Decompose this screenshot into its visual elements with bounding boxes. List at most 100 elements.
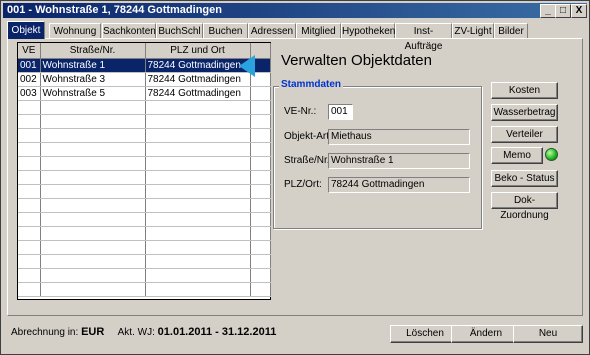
tab-hypotheken[interactable]: Hypotheken [341,23,395,39]
tab-objekt[interactable]: Objekt [7,21,45,39]
objekt-panel: VE Straße/Nr. PLZ und Ort 001 Wohnstraße… [7,38,583,316]
stammdaten-legend: Stammdaten [279,79,344,90]
wasserbetrag-button[interactable]: Wasserbetrag [491,104,558,121]
currency-value: EUR [81,326,105,338]
table-row[interactable] [18,142,271,157]
plz-ort-field[interactable]: 78244 Gottmadingen [328,177,470,193]
empty-cell [145,268,251,283]
empty-cell [250,114,271,129]
tab-zv-light[interactable]: ZV-Light [452,23,494,39]
empty-cell [250,226,271,241]
table-row[interactable] [18,282,271,297]
memo-button[interactable]: Memo [491,147,543,164]
window-title: 001 - Wohnstraße 1, 78244 Gottmadingen [7,4,222,16]
objekt-art-label: Objekt-Art: [284,131,332,142]
empty-cell [145,254,251,269]
empty-cell [18,198,41,213]
table-row[interactable] [18,212,271,227]
table-row[interactable] [18,128,271,143]
table-row[interactable] [18,198,271,213]
cell-strasse: Wohnstraße 5 [40,86,146,101]
wj-label: Akt. WJ: [117,327,155,338]
selection-arrow-icon [239,55,255,77]
empty-cell [250,254,271,269]
empty-cell [40,282,146,297]
loeschen-button[interactable]: Löschen [390,325,460,343]
column-header-strasse[interactable]: Straße/Nr. [40,43,146,59]
tab-sachkonten[interactable]: Sachkonten [102,23,156,39]
tab-bilder[interactable]: Bilder [494,23,528,39]
table-row[interactable] [18,114,271,129]
table-row[interactable] [18,156,271,171]
cell-ve: 003 [18,86,41,101]
minimize-button[interactable]: _ [540,4,556,18]
empty-cell [40,156,146,171]
empty-cell [250,184,271,199]
empty-cell [40,114,146,129]
empty-cell [18,226,41,241]
abrechnung-label: Abrechnung in: [11,327,79,338]
empty-cell [250,198,271,213]
objekt-art-field[interactable]: Miethaus [328,129,470,145]
page-title: Verwalten Objektdaten [281,52,432,69]
dok-zuordnung-button[interactable]: Dok-Zuordnung [491,192,558,221]
maximize-button[interactable]: □ [555,4,571,18]
neu-button[interactable]: Neu [513,325,583,343]
empty-cell [40,212,146,227]
objekt-grid[interactable]: VE Straße/Nr. PLZ und Ort 001 Wohnstraße… [17,42,271,300]
cell-ort: 78244 Gottmadingen [145,72,251,87]
ve-nr-field[interactable]: 001 [328,104,353,120]
table-row[interactable] [18,254,271,269]
empty-cell [145,128,251,143]
empty-cell [145,212,251,227]
empty-cell [145,170,251,185]
table-row[interactable]: 003 Wohnstraße 5 78244 Gottmadingen [18,86,271,101]
cell-ort: 78244 Gottmadingen [145,58,251,73]
table-row[interactable] [18,170,271,185]
empty-cell [18,114,41,129]
empty-cell [250,212,271,227]
tab-inst-auftraege[interactable]: Inst-Aufträge [395,23,452,52]
empty-cell [40,170,146,185]
verteiler-button[interactable]: Verteiler [491,126,558,143]
empty-cell [145,100,251,115]
strasse-label: Straße/Nr.: [284,155,333,166]
grid-header-row: VE Straße/Nr. PLZ und Ort [18,43,271,59]
table-row[interactable] [18,240,271,255]
empty-cell [18,100,41,115]
table-row[interactable] [18,268,271,283]
table-row[interactable] [18,226,271,241]
empty-cell [145,282,251,297]
table-row[interactable] [18,184,271,199]
tab-buchen[interactable]: Buchen [203,23,248,39]
empty-cell [145,142,251,157]
table-row[interactable]: 002 Wohnstraße 3 78244 Gottmadingen [18,72,271,87]
ve-nr-label: VE-Nr.: [284,106,317,117]
empty-cell [250,100,271,115]
empty-cell [40,100,146,115]
empty-cell [40,198,146,213]
memo-status-indicator-icon [545,148,558,161]
empty-cell [40,240,146,255]
empty-cell [18,254,41,269]
column-header-ve[interactable]: VE [18,43,41,59]
table-row[interactable] [18,100,271,115]
column-header-plz-ort[interactable]: PLZ und Ort [145,43,251,59]
tab-mitglied[interactable]: Mitglied [296,23,341,39]
tab-buchschl[interactable]: BuchSchl [156,23,203,39]
strasse-field[interactable]: Wohnstraße 1 [328,153,470,169]
cell-ort: 78244 Gottmadingen [145,86,251,101]
tab-wohnung[interactable]: Wohnung [49,23,101,39]
table-row[interactable]: 001 Wohnstraße 1 78244 Gottmadingen [18,58,271,73]
beko-status-button[interactable]: Beko - Status [491,170,558,187]
empty-cell [145,240,251,255]
empty-cell [40,254,146,269]
empty-cell [40,142,146,157]
status-bar: Abrechnung in: EUR Akt. WJ: 01.01.2011 -… [11,326,276,338]
empty-cell [18,142,41,157]
close-button[interactable]: X [571,4,587,18]
kosten-button[interactable]: Kosten [491,82,558,99]
empty-cell [145,198,251,213]
aendern-button[interactable]: Ändern [451,325,521,343]
tab-adressen[interactable]: Adressen [248,23,296,39]
